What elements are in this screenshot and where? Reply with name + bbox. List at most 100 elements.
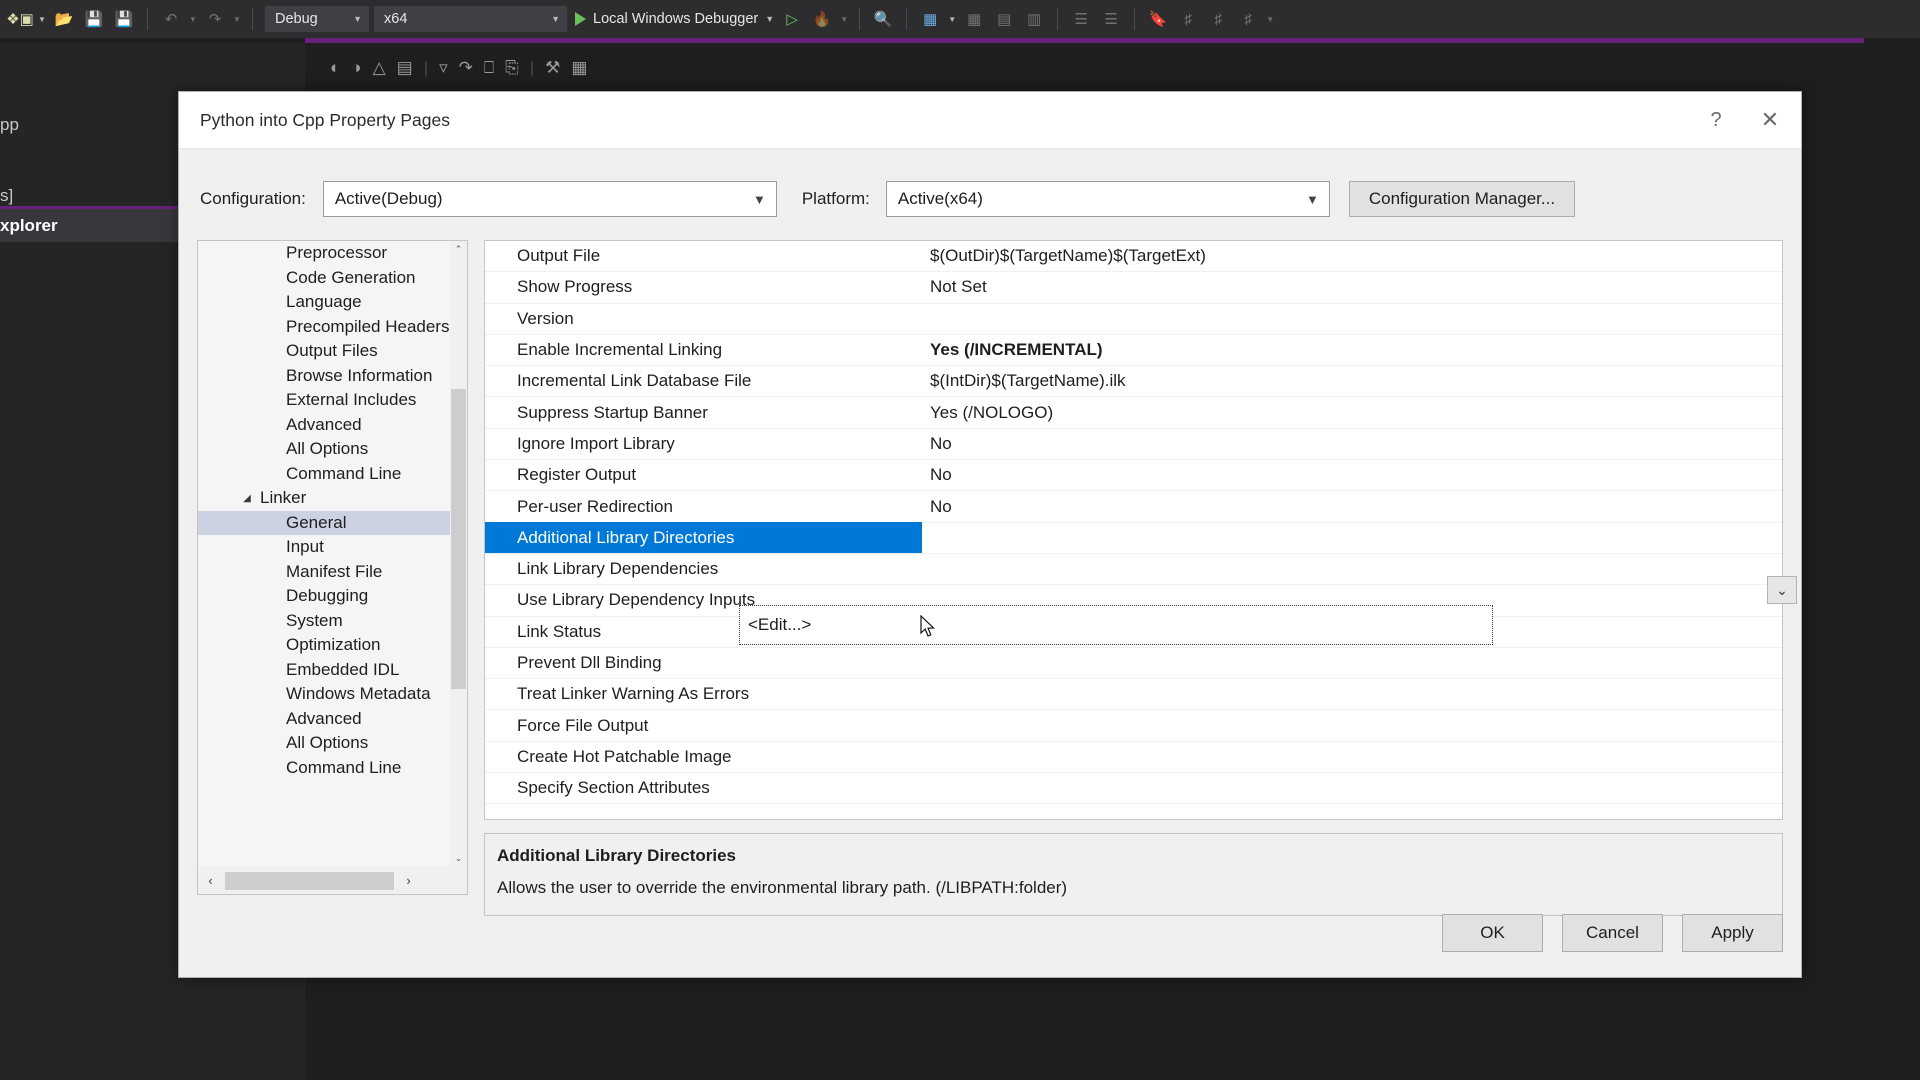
tree-expander-icon[interactable]: ◢: [236, 493, 258, 504]
redo-icon[interactable]: ↷: [201, 5, 229, 33]
tree-item-precompiled-headers[interactable]: Precompiled Headers: [198, 315, 450, 340]
property-value[interactable]: $(OutDir)$(TargetName)$(TargetExt): [922, 246, 1782, 266]
property-tree-list[interactable]: Preprocessor Code Generation Language Preco…: [198, 241, 450, 867]
tree-scroll-up-button[interactable]: ⌃: [450, 241, 467, 258]
search-folder-icon[interactable]: 🔍: [869, 5, 897, 33]
property-value[interactable]: No: [922, 434, 1782, 454]
tree-item-command-line[interactable]: Command Line: [198, 462, 450, 487]
undo-dropdown-arrow[interactable]: ▼: [187, 5, 199, 33]
properties-icon[interactable]: ▦: [571, 58, 587, 78]
tree-horizontal-scroll-thumb[interactable]: [225, 872, 394, 890]
tree-item-advanced[interactable]: Advanced: [198, 413, 450, 438]
copy-icon[interactable]: ⎕: [484, 58, 494, 78]
platform-select[interactable]: Active(x64) ▼: [885, 181, 1330, 217]
tree-item-linker[interactable]: ◢ Linker: [198, 486, 450, 511]
tree-item-general[interactable]: General: [198, 510, 450, 535]
tree-scroll-down-button[interactable]: ⌄: [450, 850, 467, 867]
collapse-icon[interactable]: △: [373, 58, 386, 78]
wrench-icon[interactable]: ⚒: [545, 58, 560, 78]
hot-reload-dropdown-arrow[interactable]: ▼: [838, 5, 850, 33]
tree-vertical-scrollbar[interactable]: ⌃ ⌄: [450, 241, 467, 867]
window-layout-icon[interactable]: ▦: [916, 5, 944, 33]
apply-button[interactable]: Apply: [1682, 914, 1783, 952]
forward-nav-icon[interactable]: ◑: [351, 58, 361, 78]
back-nav-icon[interactable]: ◐: [330, 58, 340, 78]
bookmark-icon[interactable]: 🔖: [1144, 5, 1172, 33]
save-icon[interactable]: 💾: [80, 5, 108, 33]
tree-item-windows-metadata[interactable]: Windows Metadata: [198, 682, 450, 707]
tree-item-output-files[interactable]: Output Files: [198, 339, 450, 364]
tree-vertical-scroll-thumb[interactable]: [451, 389, 466, 689]
tree-item-debugging[interactable]: Debugging: [198, 584, 450, 609]
window-layout-dropdown-arrow[interactable]: ▼: [946, 5, 958, 33]
tree-item-all-options[interactable]: All Options: [198, 731, 450, 756]
property-row[interactable]: Additional Library Directories: [485, 522, 1782, 554]
property-grid[interactable]: Output File $(OutDir)$(TargetName)$(Targe…: [484, 240, 1783, 820]
bookmark-clear-icon[interactable]: ♯: [1234, 5, 1262, 33]
align-icon[interactable]: ▤: [990, 5, 1018, 33]
tree-item-language[interactable]: Language: [198, 290, 450, 315]
configuration-manager-button[interactable]: Configuration Manager...: [1348, 181, 1576, 217]
indent-icon[interactable]: ☰: [1067, 5, 1095, 33]
outdent-icon[interactable]: ☰: [1097, 5, 1125, 33]
tree-item-manifest-file[interactable]: Manifest File: [198, 560, 450, 585]
property-row[interactable]: Version: [485, 304, 1782, 335]
bookmark-prev-icon[interactable]: ♯: [1174, 5, 1202, 33]
cancel-button[interactable]: Cancel: [1562, 914, 1663, 952]
property-row[interactable]: Incremental Link Database File $(IntDir)$…: [485, 366, 1782, 398]
property-row[interactable]: Show Progress Not Set: [485, 272, 1782, 304]
property-row[interactable]: Enable Incremental Linking Yes (/INCREMEN…: [485, 335, 1782, 367]
tree-scroll-right-button[interactable]: ›: [396, 867, 421, 894]
refresh-icon[interactable]: ↷: [459, 58, 473, 78]
property-value-dropdown-list[interactable]: <Edit...>: [739, 605, 1493, 645]
property-row[interactable]: Suppress Startup Banner Yes (/NOLOGO): [485, 397, 1782, 429]
new-project-dropdown-arrow[interactable]: ▼: [36, 5, 48, 33]
platform-combo[interactable]: x64 ▼: [374, 6, 567, 32]
property-row[interactable]: Specify Section Attributes: [485, 773, 1782, 805]
filter-icon[interactable]: ▿: [439, 58, 448, 78]
property-row[interactable]: Output File $(OutDir)$(TargetName)$(Targe…: [485, 241, 1782, 273]
tree-item-input[interactable]: Input: [198, 535, 450, 560]
tree-item-system[interactable]: System: [198, 609, 450, 634]
tree-item-command-line[interactable]: Command Line: [198, 756, 450, 781]
grid-icon[interactable]: ▦: [960, 5, 988, 33]
property-row[interactable]: Treat Linker Warning As Errors: [485, 679, 1782, 711]
tree-item-optimization[interactable]: Optimization: [198, 633, 450, 658]
tree-item-embedded-idl[interactable]: Embedded IDL: [198, 658, 450, 683]
property-row[interactable]: Force File Output: [485, 710, 1782, 742]
property-row[interactable]: Prevent Dll Binding: [485, 648, 1782, 680]
open-file-icon[interactable]: 📂: [50, 5, 78, 33]
new-project-icon[interactable]: ❖▣: [6, 5, 34, 33]
help-icon[interactable]: ?: [1693, 97, 1739, 143]
tree-item-preprocessor[interactable]: Preprocessor: [198, 241, 450, 266]
tree-item-browse-information[interactable]: Browse Information: [198, 364, 450, 389]
chevron-down-icon[interactable]: ▼: [765, 14, 774, 24]
tree-item-all-options[interactable]: All Options: [198, 437, 450, 462]
redo-dropdown-arrow[interactable]: ▼: [231, 5, 243, 33]
property-value[interactable]: No: [922, 465, 1782, 485]
outline-icon[interactable]: ▥: [1020, 5, 1048, 33]
dropdown-option-edit[interactable]: <Edit...>: [748, 615, 811, 635]
tree-scroll-left-button[interactable]: ‹: [198, 867, 223, 894]
close-icon[interactable]: ✕: [1739, 97, 1801, 143]
property-row[interactable]: Ignore Import Library No: [485, 429, 1782, 461]
hot-reload-icon[interactable]: 🔥: [808, 5, 836, 33]
tree-item-advanced[interactable]: Advanced: [198, 707, 450, 732]
duplicate-icon[interactable]: ⎘: [505, 58, 519, 78]
undo-icon[interactable]: ↶: [157, 5, 185, 33]
tree-horizontal-scrollbar[interactable]: ‹ ›: [198, 867, 467, 894]
run-debugger-button[interactable]: Local Windows Debugger ▼: [569, 5, 776, 33]
bookmark-next-icon[interactable]: ♯: [1204, 5, 1232, 33]
property-value[interactable]: Not Set: [922, 277, 1782, 297]
start-without-debugging-icon[interactable]: ▷: [778, 5, 806, 33]
property-row[interactable]: Create Hot Patchable Image: [485, 742, 1782, 774]
configuration-select[interactable]: Active(Debug) ▼: [322, 181, 777, 217]
ok-button[interactable]: OK: [1442, 914, 1543, 952]
property-value[interactable]: Yes (/NOLOGO): [922, 403, 1782, 423]
property-value-dropdown-button[interactable]: ⌄: [1767, 576, 1797, 604]
tree-item-code-generation[interactable]: Code Generation: [198, 266, 450, 291]
property-row[interactable]: Register Output No: [485, 460, 1782, 492]
list-icon[interactable]: ▤: [397, 58, 413, 78]
property-value[interactable]: $(IntDir)$(TargetName).ilk: [922, 371, 1782, 391]
save-all-icon[interactable]: 💾: [110, 5, 138, 33]
